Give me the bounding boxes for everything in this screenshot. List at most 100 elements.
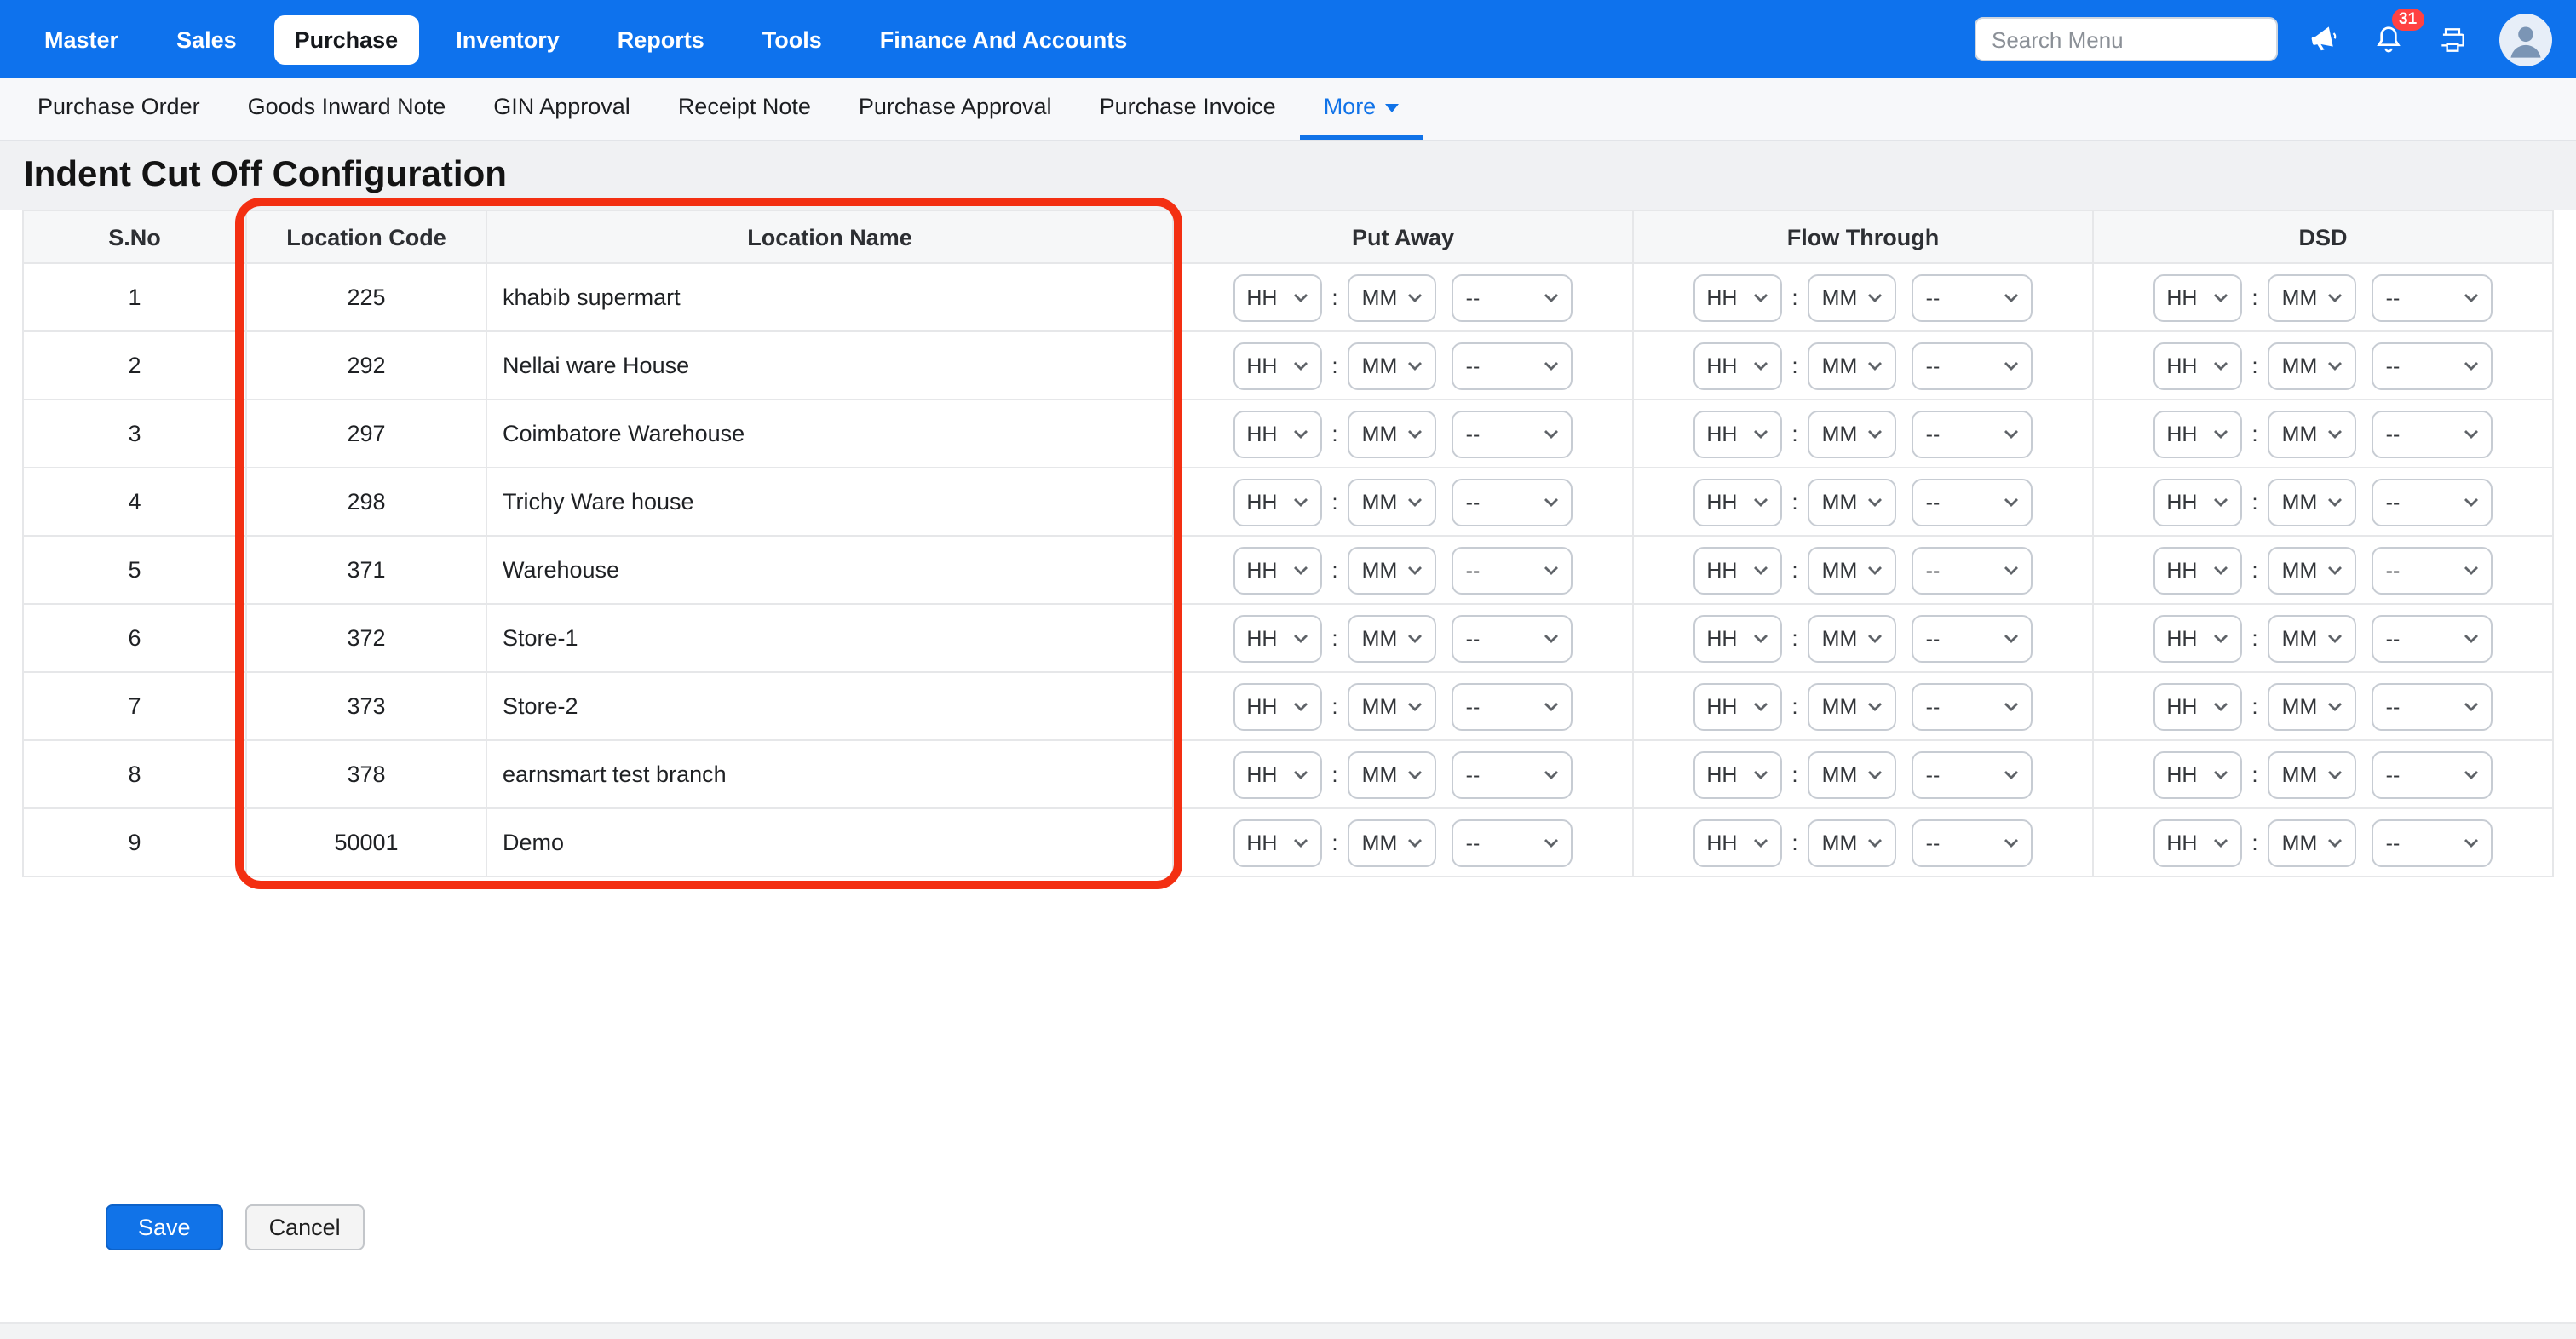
- put-away-hour-select[interactable]: HH: [1233, 546, 1321, 594]
- flow-through-hour-select[interactable]: HH: [1693, 614, 1781, 662]
- dsd-meridiem-select[interactable]: --: [2372, 614, 2493, 662]
- dsd-hour-select[interactable]: HH: [2153, 342, 2241, 389]
- put-away-meridiem-select[interactable]: --: [1452, 546, 1573, 594]
- user-avatar[interactable]: [2499, 13, 2552, 66]
- flow-through-hour-select[interactable]: HH: [1693, 682, 1781, 730]
- dsd-meridiem-select[interactable]: --: [2372, 273, 2493, 321]
- put-away-hour-select[interactable]: HH: [1233, 750, 1321, 798]
- dsd-minute-select[interactable]: MM: [2268, 410, 2357, 457]
- dsd-meridiem-select[interactable]: --: [2372, 342, 2493, 389]
- subnav-item-purchase-approval[interactable]: Purchase Approval: [835, 78, 1076, 140]
- put-away-minute-select[interactable]: MM: [1348, 546, 1437, 594]
- megaphone-icon[interactable]: [2309, 23, 2341, 55]
- put-away-hour-select[interactable]: HH: [1233, 682, 1321, 730]
- flow-through-hour-select[interactable]: HH: [1693, 478, 1781, 526]
- topnav-item-inventory[interactable]: Inventory: [435, 14, 580, 64]
- dsd-minute-select[interactable]: MM: [2268, 478, 2357, 526]
- dsd-meridiem-select[interactable]: --: [2372, 682, 2493, 730]
- dsd-minute-select[interactable]: MM: [2268, 819, 2357, 866]
- put-away-hour-select[interactable]: HH: [1233, 614, 1321, 662]
- put-away-meridiem-select[interactable]: --: [1452, 478, 1573, 526]
- flow-through-meridiem-select[interactable]: --: [1912, 478, 2033, 526]
- topnav-item-master[interactable]: Master: [24, 14, 139, 64]
- flow-through-hour-select[interactable]: HH: [1693, 410, 1781, 457]
- subnav-item-purchase-order[interactable]: Purchase Order: [14, 78, 224, 140]
- subnav-item-goods-inward-note[interactable]: Goods Inward Note: [224, 78, 470, 140]
- topnav-item-tools[interactable]: Tools: [742, 14, 842, 64]
- put-away-minute-select[interactable]: MM: [1348, 273, 1437, 321]
- dsd-hour-select[interactable]: HH: [2153, 273, 2241, 321]
- flow-through-minute-select[interactable]: MM: [1808, 273, 1897, 321]
- topnav-item-reports[interactable]: Reports: [597, 14, 725, 64]
- dsd-meridiem-select[interactable]: --: [2372, 546, 2493, 594]
- dsd-minute-select[interactable]: MM: [2268, 614, 2357, 662]
- dsd-minute-select[interactable]: MM: [2268, 750, 2357, 798]
- put-away-minute-select[interactable]: MM: [1348, 682, 1437, 730]
- dsd-minute-select[interactable]: MM: [2268, 682, 2357, 730]
- flow-through-minute-select[interactable]: MM: [1808, 614, 1897, 662]
- flow-through-hour-select[interactable]: HH: [1693, 546, 1781, 594]
- dsd-meridiem-select[interactable]: --: [2372, 819, 2493, 866]
- flow-through-meridiem-select[interactable]: --: [1912, 750, 2033, 798]
- dsd-hour-select[interactable]: HH: [2153, 410, 2241, 457]
- put-away-minute-select[interactable]: MM: [1348, 410, 1437, 457]
- put-away-hour-select[interactable]: HH: [1233, 410, 1321, 457]
- dsd-hour-select[interactable]: HH: [2153, 614, 2241, 662]
- flow-through-hour-select[interactable]: HH: [1693, 342, 1781, 389]
- printer-icon[interactable]: [2436, 23, 2469, 55]
- dsd-hour-select[interactable]: HH: [2153, 478, 2241, 526]
- put-away-hour-select[interactable]: HH: [1233, 273, 1321, 321]
- topnav-item-finance-and-accounts[interactable]: Finance And Accounts: [860, 14, 1148, 64]
- flow-through-minute-select[interactable]: MM: [1808, 750, 1897, 798]
- flow-through-minute-select[interactable]: MM: [1808, 410, 1897, 457]
- put-away-minute-select[interactable]: MM: [1348, 342, 1437, 389]
- put-away-minute-select[interactable]: MM: [1348, 750, 1437, 798]
- put-away-meridiem-select[interactable]: --: [1452, 750, 1573, 798]
- put-away-meridiem-select[interactable]: --: [1452, 273, 1573, 321]
- put-away-minute-select[interactable]: MM: [1348, 478, 1437, 526]
- flow-through-minute-select[interactable]: MM: [1808, 819, 1897, 866]
- flow-through-hour-select[interactable]: HH: [1693, 273, 1781, 321]
- put-away-minute-select[interactable]: MM: [1348, 614, 1437, 662]
- cancel-button[interactable]: Cancel: [245, 1204, 365, 1250]
- flow-through-minute-select[interactable]: MM: [1808, 478, 1897, 526]
- dsd-hour-select[interactable]: HH: [2153, 546, 2241, 594]
- search-input[interactable]: [1975, 17, 2278, 61]
- flow-through-hour-select[interactable]: HH: [1693, 750, 1781, 798]
- topnav-item-sales[interactable]: Sales: [156, 14, 257, 64]
- subnav-item-purchase-invoice[interactable]: Purchase Invoice: [1076, 78, 1300, 140]
- flow-through-meridiem-select[interactable]: --: [1912, 682, 2033, 730]
- dsd-minute-select[interactable]: MM: [2268, 546, 2357, 594]
- save-button[interactable]: Save: [106, 1204, 223, 1250]
- dsd-minute-select[interactable]: MM: [2268, 273, 2357, 321]
- subnav-item-receipt-note[interactable]: Receipt Note: [654, 78, 835, 140]
- put-away-hour-select[interactable]: HH: [1233, 478, 1321, 526]
- put-away-hour-select[interactable]: HH: [1233, 819, 1321, 866]
- put-away-minute-select[interactable]: MM: [1348, 819, 1437, 866]
- flow-through-meridiem-select[interactable]: --: [1912, 819, 2033, 866]
- flow-through-meridiem-select[interactable]: --: [1912, 273, 2033, 321]
- bell-icon[interactable]: 31: [2372, 22, 2406, 56]
- put-away-meridiem-select[interactable]: --: [1452, 682, 1573, 730]
- dsd-minute-select[interactable]: MM: [2268, 342, 2357, 389]
- flow-through-meridiem-select[interactable]: --: [1912, 410, 2033, 457]
- topnav-item-purchase[interactable]: Purchase: [274, 14, 419, 64]
- dsd-hour-select[interactable]: HH: [2153, 682, 2241, 730]
- subnav-item-more[interactable]: More: [1300, 78, 1423, 140]
- flow-through-minute-select[interactable]: MM: [1808, 342, 1897, 389]
- dsd-hour-select[interactable]: HH: [2153, 750, 2241, 798]
- put-away-meridiem-select[interactable]: --: [1452, 819, 1573, 866]
- dsd-meridiem-select[interactable]: --: [2372, 750, 2493, 798]
- flow-through-minute-select[interactable]: MM: [1808, 682, 1897, 730]
- flow-through-minute-select[interactable]: MM: [1808, 546, 1897, 594]
- put-away-hour-select[interactable]: HH: [1233, 342, 1321, 389]
- horizontal-scrollbar[interactable]: [0, 1322, 2576, 1339]
- put-away-meridiem-select[interactable]: --: [1452, 410, 1573, 457]
- dsd-meridiem-select[interactable]: --: [2372, 478, 2493, 526]
- put-away-meridiem-select[interactable]: --: [1452, 342, 1573, 389]
- put-away-meridiem-select[interactable]: --: [1452, 614, 1573, 662]
- flow-through-meridiem-select[interactable]: --: [1912, 546, 2033, 594]
- flow-through-hour-select[interactable]: HH: [1693, 819, 1781, 866]
- dsd-meridiem-select[interactable]: --: [2372, 410, 2493, 457]
- flow-through-meridiem-select[interactable]: --: [1912, 614, 2033, 662]
